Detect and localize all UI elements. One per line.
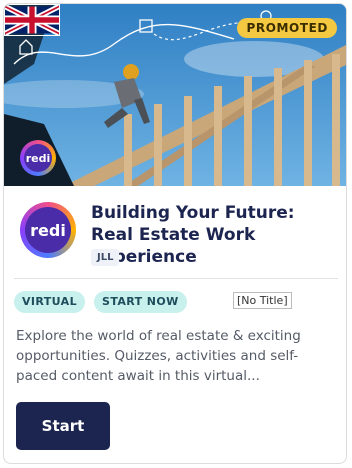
redi-logo-small: redi <box>20 140 56 176</box>
organization-logo-text: redi <box>25 207 71 253</box>
company-badge: JLL <box>91 249 120 266</box>
hero-image: PROMOTED redi <box>4 4 346 186</box>
tag-virtual: VIRTUAL <box>14 291 86 313</box>
redi-logo-small-text: redi <box>24 144 52 172</box>
card-header: redi Building Your Future: Real Estate W… <box>4 186 346 278</box>
no-title-tooltip: [No Title] <box>233 292 292 309</box>
promoted-badge: PROMOTED <box>237 18 337 38</box>
divider <box>14 278 338 279</box>
card-title[interactable]: Building Your Future: Real Estate Work E… <box>91 202 341 268</box>
start-button[interactable]: Start <box>16 402 110 450</box>
uk-flag-icon <box>4 4 60 36</box>
opportunity-card[interactable]: PROMOTED redi redi Building Your Future:… <box>3 3 347 464</box>
tag-start-now: START NOW <box>94 291 187 313</box>
card-description: Explore the world of real estate & excit… <box>16 328 301 384</box>
organization-logo: redi <box>20 202 76 258</box>
